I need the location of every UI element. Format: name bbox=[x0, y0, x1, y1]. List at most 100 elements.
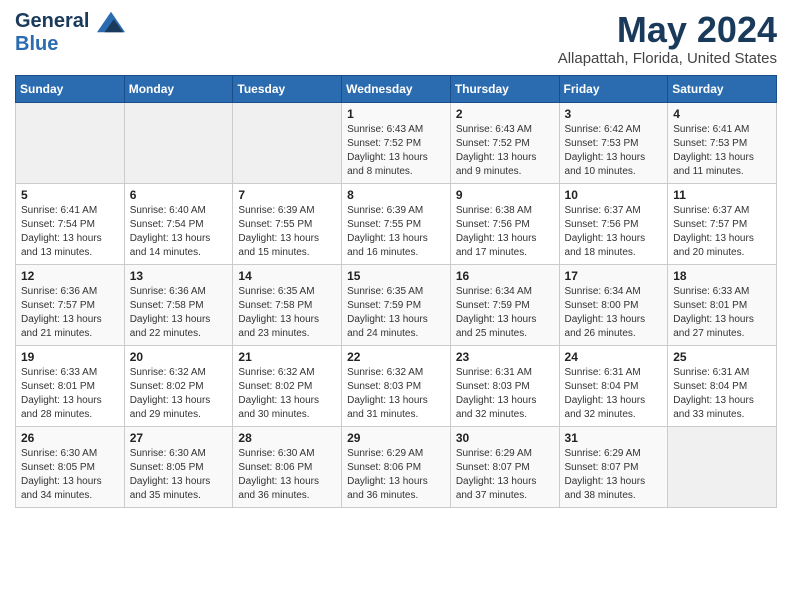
day-number: 4 bbox=[673, 107, 771, 121]
day-number: 28 bbox=[238, 431, 336, 445]
day-info: Sunrise: 6:30 AM Sunset: 8:06 PM Dayligh… bbox=[238, 447, 336, 503]
col-tuesday: Tuesday bbox=[233, 75, 342, 102]
week-row-3: 19Sunrise: 6:33 AM Sunset: 8:01 PM Dayli… bbox=[16, 345, 777, 426]
table-row: 16Sunrise: 6:34 AM Sunset: 7:59 PM Dayli… bbox=[450, 264, 559, 345]
day-info: Sunrise: 6:37 AM Sunset: 7:56 PM Dayligh… bbox=[565, 204, 663, 260]
day-info: Sunrise: 6:29 AM Sunset: 8:07 PM Dayligh… bbox=[456, 447, 554, 503]
day-number: 12 bbox=[21, 269, 119, 283]
table-row bbox=[668, 426, 777, 507]
day-number: 3 bbox=[565, 107, 663, 121]
week-row-2: 12 Sunrise: 6:36 AM Sunset: 7:57 PM Dayli… bbox=[16, 264, 777, 345]
day-number: 6 bbox=[130, 188, 228, 202]
logo: General Blue bbox=[15, 10, 125, 55]
table-row: 20 Sunrise: 6:32 AM Sunset: 8:02 PM Dayli… bbox=[124, 345, 233, 426]
day-number: 30 bbox=[456, 431, 554, 445]
day-number: 14 bbox=[238, 269, 336, 283]
day-info: Sunrise: 6:32 AM Sunset: 8:02 PM Dayligh… bbox=[130, 366, 228, 422]
table-row: 18 Sunrise: 6:33 AM Sunset: 8:01 PM Dayli… bbox=[668, 264, 777, 345]
day-number: 9 bbox=[456, 188, 554, 202]
col-saturday: Saturday bbox=[668, 75, 777, 102]
day-info: Sunrise: 6:31 AM Sunset: 8:04 PM Dayligh… bbox=[565, 366, 663, 422]
week-row-1: 5 Sunrise: 6:41 AM Sunset: 7:54 PM Daylig… bbox=[16, 183, 777, 264]
day-number: 26 bbox=[21, 431, 119, 445]
table-row: 3 Sunrise: 6:42 AM Sunset: 7:53 PM Daylig… bbox=[559, 102, 668, 183]
day-number: 2 bbox=[456, 107, 554, 121]
table-row: 21 Sunrise: 6:32 AM Sunset: 8:02 PM Dayli… bbox=[233, 345, 342, 426]
day-info: Sunrise: 6:37 AM Sunset: 7:57 PM Dayligh… bbox=[673, 204, 771, 260]
title-block: May 2024 Allapattah, Florida, United Sta… bbox=[558, 10, 777, 67]
table-row: 14 Sunrise: 6:35 AM Sunset: 7:58 PM Dayli… bbox=[233, 264, 342, 345]
day-info: Sunrise: 6:36 AM Sunset: 7:57 PM Dayligh… bbox=[21, 285, 119, 341]
table-row: 12 Sunrise: 6:36 AM Sunset: 7:57 PM Dayli… bbox=[16, 264, 125, 345]
day-number: 5 bbox=[21, 188, 119, 202]
day-number: 23 bbox=[456, 350, 554, 364]
table-row: 4 Sunrise: 6:41 AM Sunset: 7:53 PM Daylig… bbox=[668, 102, 777, 183]
table-row: 8 Sunrise: 6:39 AM Sunset: 7:55 PM Daylig… bbox=[342, 183, 451, 264]
day-info: Sunrise: 6:41 AM Sunset: 7:54 PM Dayligh… bbox=[21, 204, 119, 260]
calendar-subtitle: Allapattah, Florida, United States bbox=[558, 50, 777, 67]
day-info: Sunrise: 6:39 AM Sunset: 7:55 PM Dayligh… bbox=[347, 204, 445, 260]
table-row: 2 Sunrise: 6:43 AM Sunset: 7:52 PM Daylig… bbox=[450, 102, 559, 183]
day-number: 16 bbox=[456, 269, 554, 283]
week-row-0: 1 Sunrise: 6:43 AM Sunset: 7:52 PM Daylig… bbox=[16, 102, 777, 183]
logo-general: General bbox=[15, 10, 89, 32]
table-row bbox=[16, 102, 125, 183]
day-info: Sunrise: 6:31 AM Sunset: 8:03 PM Dayligh… bbox=[456, 366, 554, 422]
header: General Blue May 2024 Allapattah, Florid… bbox=[15, 10, 777, 67]
table-row: 31 Sunrise: 6:29 AM Sunset: 8:07 PM Dayli… bbox=[559, 426, 668, 507]
calendar-table: Sunday Monday Tuesday Wednesday Thursday… bbox=[15, 75, 777, 508]
day-info: Sunrise: 6:43 AM Sunset: 7:52 PM Dayligh… bbox=[347, 123, 445, 179]
calendar-title: May 2024 bbox=[558, 10, 777, 50]
table-row: 5 Sunrise: 6:41 AM Sunset: 7:54 PM Daylig… bbox=[16, 183, 125, 264]
day-info: Sunrise: 6:30 AM Sunset: 8:05 PM Dayligh… bbox=[130, 447, 228, 503]
table-row: 25 Sunrise: 6:31 AM Sunset: 8:04 PM Dayli… bbox=[668, 345, 777, 426]
day-number: 13 bbox=[130, 269, 228, 283]
col-monday: Monday bbox=[124, 75, 233, 102]
table-row: 19Sunrise: 6:33 AM Sunset: 8:01 PM Dayli… bbox=[16, 345, 125, 426]
table-row: 27 Sunrise: 6:30 AM Sunset: 8:05 PM Dayli… bbox=[124, 426, 233, 507]
logo-blue: Blue bbox=[15, 33, 125, 55]
col-thursday: Thursday bbox=[450, 75, 559, 102]
day-info: Sunrise: 6:43 AM Sunset: 7:52 PM Dayligh… bbox=[456, 123, 554, 179]
day-info: Sunrise: 6:36 AM Sunset: 7:58 PM Dayligh… bbox=[130, 285, 228, 341]
table-row: 26Sunrise: 6:30 AM Sunset: 8:05 PM Dayli… bbox=[16, 426, 125, 507]
table-row: 11 Sunrise: 6:37 AM Sunset: 7:57 PM Dayli… bbox=[668, 183, 777, 264]
day-number: 11 bbox=[673, 188, 771, 202]
day-number: 24 bbox=[565, 350, 663, 364]
table-row: 17Sunrise: 6:34 AM Sunset: 8:00 PM Dayli… bbox=[559, 264, 668, 345]
day-number: 1 bbox=[347, 107, 445, 121]
day-number: 19 bbox=[21, 350, 119, 364]
day-number: 29 bbox=[347, 431, 445, 445]
table-row: 30 Sunrise: 6:29 AM Sunset: 8:07 PM Dayli… bbox=[450, 426, 559, 507]
day-number: 25 bbox=[673, 350, 771, 364]
day-info: Sunrise: 6:42 AM Sunset: 7:53 PM Dayligh… bbox=[565, 123, 663, 179]
table-row: 13 Sunrise: 6:36 AM Sunset: 7:58 PM Dayli… bbox=[124, 264, 233, 345]
col-sunday: Sunday bbox=[16, 75, 125, 102]
day-info: Sunrise: 6:35 AM Sunset: 7:58 PM Dayligh… bbox=[238, 285, 336, 341]
day-info: Sunrise: 6:35 AM Sunset: 7:59 PM Dayligh… bbox=[347, 285, 445, 341]
table-row: 7Sunrise: 6:39 AM Sunset: 7:55 PM Daylig… bbox=[233, 183, 342, 264]
day-number: 31 bbox=[565, 431, 663, 445]
day-info: Sunrise: 6:32 AM Sunset: 8:03 PM Dayligh… bbox=[347, 366, 445, 422]
day-number: 8 bbox=[347, 188, 445, 202]
day-info: Sunrise: 6:32 AM Sunset: 8:02 PM Dayligh… bbox=[238, 366, 336, 422]
day-info: Sunrise: 6:41 AM Sunset: 7:53 PM Dayligh… bbox=[673, 123, 771, 179]
table-row: 23 Sunrise: 6:31 AM Sunset: 8:03 PM Dayli… bbox=[450, 345, 559, 426]
day-info: Sunrise: 6:34 AM Sunset: 8:00 PM Dayligh… bbox=[565, 285, 663, 341]
table-row: 24 Sunrise: 6:31 AM Sunset: 8:04 PM Dayli… bbox=[559, 345, 668, 426]
day-info: Sunrise: 6:33 AM Sunset: 8:01 PM Dayligh… bbox=[673, 285, 771, 341]
day-number: 27 bbox=[130, 431, 228, 445]
day-info: Sunrise: 6:31 AM Sunset: 8:04 PM Dayligh… bbox=[673, 366, 771, 422]
day-number: 20 bbox=[130, 350, 228, 364]
day-number: 18 bbox=[673, 269, 771, 283]
table-row: 1 Sunrise: 6:43 AM Sunset: 7:52 PM Daylig… bbox=[342, 102, 451, 183]
day-number: 21 bbox=[238, 350, 336, 364]
col-friday: Friday bbox=[559, 75, 668, 102]
header-row: Sunday Monday Tuesday Wednesday Thursday… bbox=[16, 75, 777, 102]
table-row: 6Sunrise: 6:40 AM Sunset: 7:54 PM Daylig… bbox=[124, 183, 233, 264]
table-row: 15Sunrise: 6:35 AM Sunset: 7:59 PM Dayli… bbox=[342, 264, 451, 345]
table-row: 10Sunrise: 6:37 AM Sunset: 7:56 PM Dayli… bbox=[559, 183, 668, 264]
week-row-4: 26 Sunrise: 6:30 AM Sunset: 8:05 PM Dayli… bbox=[16, 426, 777, 507]
table-row bbox=[124, 102, 233, 183]
day-info: Sunrise: 6:29 AM Sunset: 8:07 PM Dayligh… bbox=[565, 447, 663, 503]
